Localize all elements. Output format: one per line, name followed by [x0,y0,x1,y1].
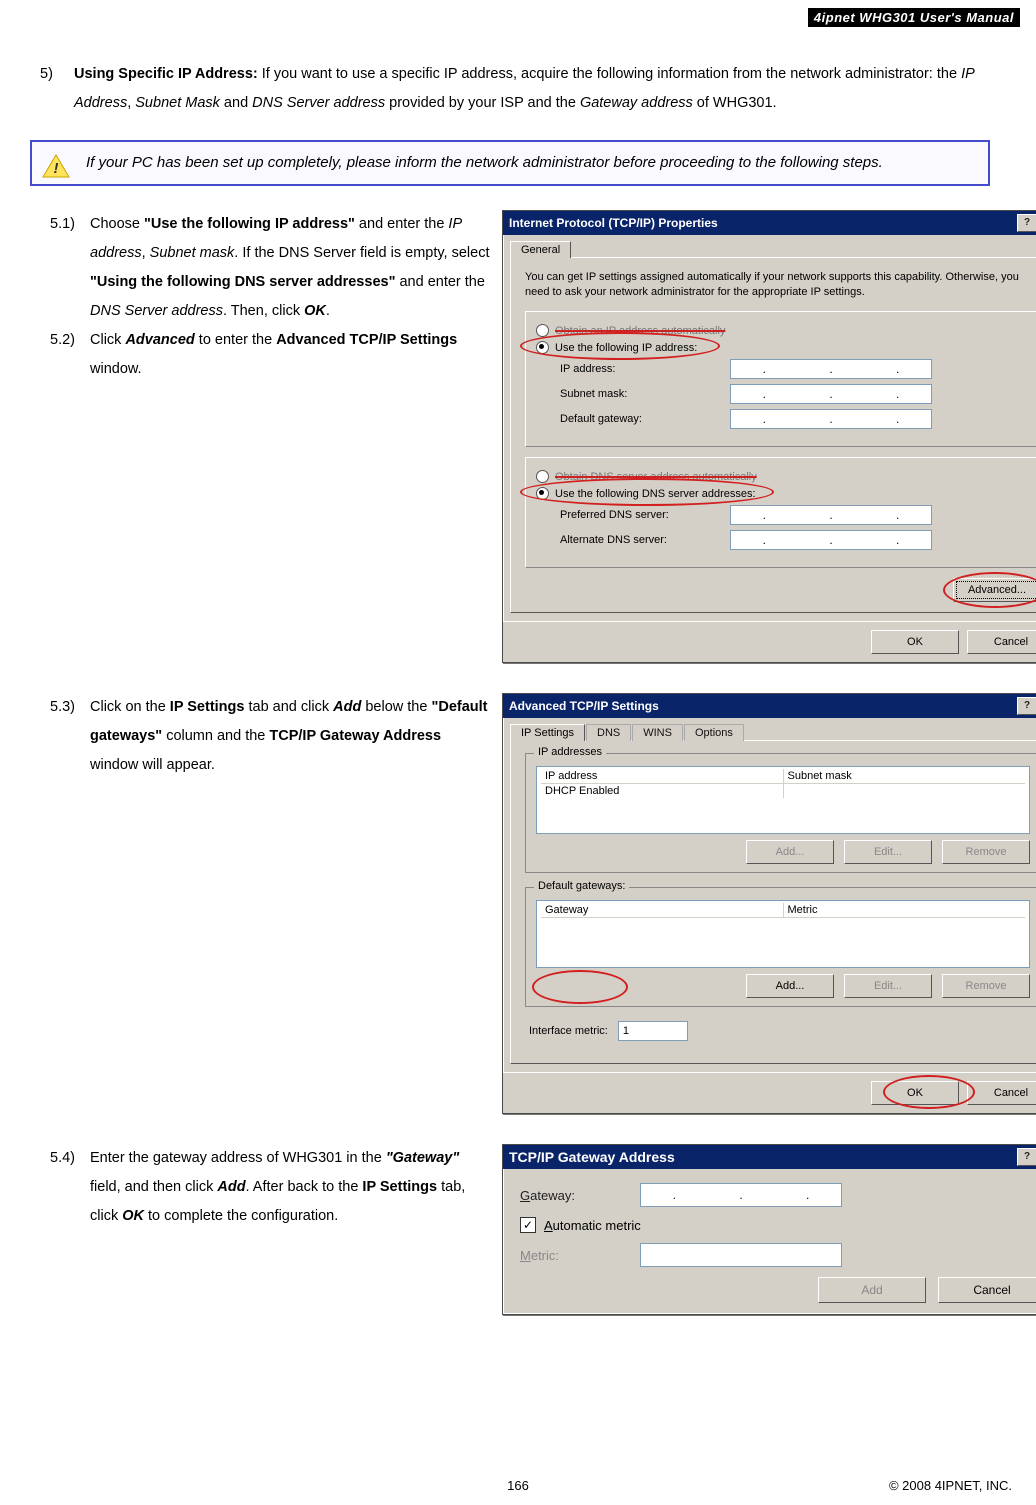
step-5-4: 5.4) Enter the gateway address of WHG301… [50,1144,490,1231]
remove-button[interactable]: Remove [942,974,1030,998]
fieldset-default-gateways: Default gateways: [534,880,629,892]
manual-header-band: 4ipnet WHG301 User's Manual [808,8,1020,27]
cancel-button[interactable]: Cancel [938,1277,1036,1303]
help-icon[interactable]: ? [1017,697,1036,715]
help-icon[interactable]: ? [1017,214,1036,232]
radio-use-following-ip[interactable]: Use the following IP address: [536,341,1030,354]
radio-obtain-ip-auto[interactable]: Obtain an IP address automatically [536,324,1030,337]
tab-dns[interactable]: DNS [586,724,631,741]
ok-button[interactable]: OK [871,1081,959,1105]
radio-icon [536,487,549,500]
step-5-text: Using Specific IP Address: If you want t… [74,60,1008,118]
edit-button[interactable]: Edit... [844,840,932,864]
label-gateway: Gateway: [520,1188,640,1203]
add-button[interactable]: Add [818,1277,926,1303]
label-ip-address: IP address: [560,363,730,375]
interface-metric-field[interactable]: 1 [618,1021,688,1041]
add-button[interactable]: Add... [746,840,834,864]
label-automatic-metric: Automatic metric [544,1218,641,1233]
svg-text:!: ! [54,160,59,177]
dialog-title-bar[interactable]: Internet Protocol (TCP/IP) Properties ? … [503,211,1036,235]
label-default-gateway: Default gateway: [560,413,730,425]
label-subnet-mask: Subnet mask: [560,388,730,400]
step-5-2: 5.2) Click Advanced to enter the Advance… [50,326,490,384]
tab-wins[interactable]: WINS [632,724,683,741]
help-icon[interactable]: ? [1017,1148,1036,1166]
step-5-1: 5.1) Choose "Use the following IP addres… [50,210,490,326]
cancel-button[interactable]: Cancel [967,1081,1036,1105]
label-metric: Metric: [520,1248,640,1263]
dialog-title: Advanced TCP/IP Settings [509,699,659,713]
subnet-mask-field[interactable]: ... [730,384,932,404]
dialog-title-bar[interactable]: Advanced TCP/IP Settings ? × [503,694,1036,718]
tab-options[interactable]: Options [684,724,744,741]
preferred-dns-field[interactable]: ... [730,505,932,525]
ip-addresses-list[interactable]: IP address DHCP Enabled Subnet mask [536,766,1030,834]
default-gateways-list[interactable]: Gateway Metric [536,900,1030,968]
label-alternate-dns: Alternate DNS server: [560,534,730,546]
radio-icon [536,470,549,483]
column-gateway: Gateway [541,903,783,918]
ok-button[interactable]: OK [871,630,959,654]
fieldset-ip-addresses: IP addresses [534,746,606,758]
gateway-field[interactable]: ... [640,1183,842,1207]
page-number: 166 [507,1478,529,1493]
copyright: © 2008 4IPNET, INC. [889,1478,1012,1493]
step-5: 5) Using Specific IP Address: If you wan… [40,60,1008,118]
radio-icon [536,341,549,354]
radio-icon [536,324,549,337]
cancel-button[interactable]: Cancel [967,630,1036,654]
tab-general[interactable]: General [510,241,571,258]
tcpip-properties-dialog: Internet Protocol (TCP/IP) Properties ? … [502,210,1036,664]
cell-dhcp-enabled: DHCP Enabled [541,784,783,798]
warning-icon: ! [42,154,70,178]
column-metric: Metric [784,903,1026,918]
edit-button[interactable]: Edit... [844,974,932,998]
dialog-title-bar[interactable]: TCP/IP Gateway Address ? × [503,1145,1036,1169]
advanced-tcpip-settings-dialog: Advanced TCP/IP Settings ? × IP Settings… [502,693,1036,1114]
highlight-ring-icon [532,970,628,1004]
note-box: ! If your PC has been set up completely,… [30,140,990,186]
tab-ip-settings[interactable]: IP Settings [510,724,585,741]
radio-obtain-dns-auto[interactable]: Obtain DNS server address automatically [536,470,1030,483]
dialog-title: Internet Protocol (TCP/IP) Properties [509,216,718,230]
default-gateway-field[interactable]: ... [730,409,932,429]
advanced-button[interactable]: Advanced... [953,578,1036,602]
radio-use-following-dns[interactable]: Use the following DNS server addresses: [536,487,1030,500]
step-5-number: 5) [40,60,74,118]
metric-field[interactable] [640,1243,842,1267]
column-ip-address: IP address [541,769,783,784]
tcpip-gateway-address-dialog: TCP/IP Gateway Address ? × Gateway: ... … [502,1144,1036,1315]
dialog-description: You can get IP settings assigned automat… [525,270,1036,300]
column-subnet-mask: Subnet mask [784,769,1026,784]
label-preferred-dns: Preferred DNS server: [560,509,730,521]
dialog-title: TCP/IP Gateway Address [509,1149,675,1165]
ip-address-field[interactable]: ... [730,359,932,379]
alternate-dns-field[interactable]: ... [730,530,932,550]
add-gateway-button[interactable]: Add... [746,974,834,998]
note-text: If your PC has been set up completely, p… [86,154,883,171]
automatic-metric-checkbox[interactable]: ✓ [520,1217,536,1233]
step-5-3: 5.3) Click on the IP Settings tab and cl… [50,693,490,780]
remove-button[interactable]: Remove [942,840,1030,864]
label-interface-metric: Interface metric: [529,1025,608,1037]
